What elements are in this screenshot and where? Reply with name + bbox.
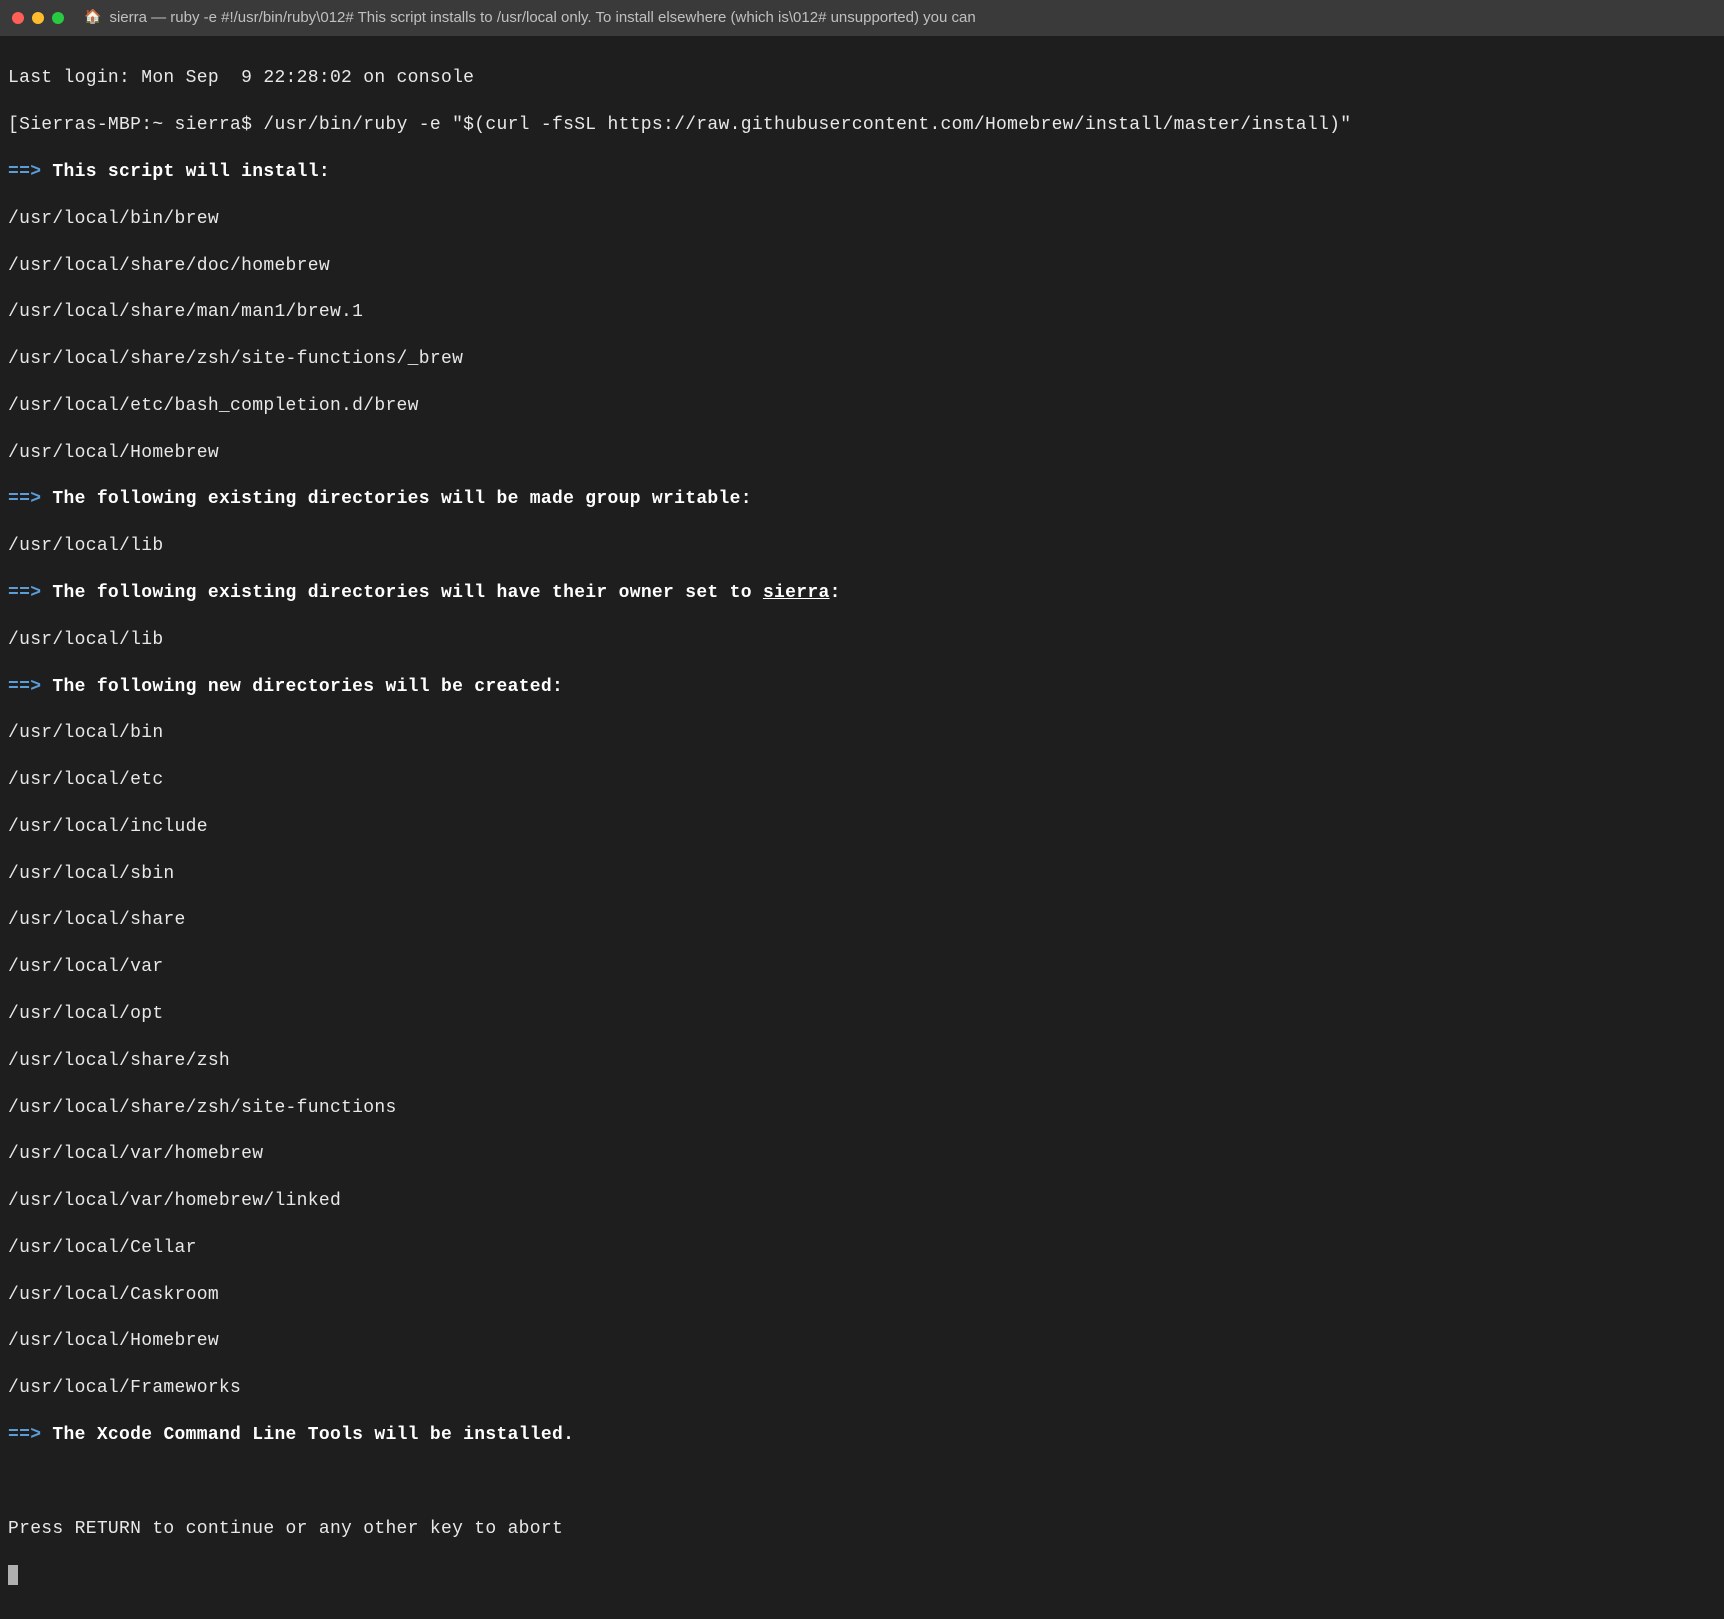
heading-text: This script will install: bbox=[52, 162, 330, 182]
output-path: /usr/local/bin/brew bbox=[8, 208, 1716, 231]
blank-line bbox=[8, 1471, 1716, 1494]
section-heading: ==> The following existing directories w… bbox=[8, 582, 1716, 605]
terminal-output[interactable]: Last login: Mon Sep 9 22:28:02 on consol… bbox=[0, 36, 1724, 1619]
output-path: /usr/local/share/man/man1/brew.1 bbox=[8, 301, 1716, 324]
close-window-button[interactable] bbox=[12, 12, 24, 24]
output-path: /usr/local/share/doc/homebrew bbox=[8, 255, 1716, 278]
maximize-window-button[interactable] bbox=[52, 12, 64, 24]
last-login-line: Last login: Mon Sep 9 22:28:02 on consol… bbox=[8, 67, 1716, 90]
arrow-icon: ==> bbox=[8, 1425, 41, 1445]
cursor-line[interactable] bbox=[8, 1564, 1716, 1587]
output-path: /usr/local/lib bbox=[8, 535, 1716, 558]
section-heading: ==> The Xcode Command Line Tools will be… bbox=[8, 1424, 1716, 1447]
section-heading: ==> This script will install: bbox=[8, 161, 1716, 184]
home-icon: 🏠 bbox=[84, 9, 101, 27]
output-path: /usr/local/share/zsh bbox=[8, 1050, 1716, 1073]
heading-text-post: : bbox=[830, 583, 841, 603]
arrow-icon: ==> bbox=[8, 162, 41, 182]
arrow-icon: ==> bbox=[8, 677, 41, 697]
heading-user: sierra bbox=[763, 583, 830, 603]
output-path: /usr/local/Homebrew bbox=[8, 442, 1716, 465]
output-path: /usr/local/share/zsh/site-functions bbox=[8, 1097, 1716, 1120]
output-path: /usr/local/share bbox=[8, 909, 1716, 932]
heading-text: The following new directories will be cr… bbox=[52, 677, 563, 697]
window-titlebar: 🏠 sierra — ruby -e #!/usr/bin/ruby\012# … bbox=[0, 0, 1724, 36]
traffic-lights bbox=[12, 12, 64, 24]
minimize-window-button[interactable] bbox=[32, 12, 44, 24]
output-path: /usr/local/Cellar bbox=[8, 1237, 1716, 1260]
output-path: /usr/local/Homebrew bbox=[8, 1330, 1716, 1353]
terminal-cursor[interactable] bbox=[8, 1565, 18, 1585]
window-title: sierra — ruby -e #!/usr/bin/ruby\012# Th… bbox=[109, 8, 975, 28]
continue-prompt: Press RETURN to continue or any other ke… bbox=[8, 1518, 1716, 1541]
output-path: /usr/local/include bbox=[8, 816, 1716, 839]
output-path: /usr/local/lib bbox=[8, 629, 1716, 652]
arrow-icon: ==> bbox=[8, 583, 41, 603]
output-path: /usr/local/sbin bbox=[8, 863, 1716, 886]
section-heading: ==> The following new directories will b… bbox=[8, 676, 1716, 699]
shell-prompt: [Sierras-MBP:~ sierra$ bbox=[8, 115, 263, 135]
output-path: /usr/local/share/zsh/site-functions/_bre… bbox=[8, 348, 1716, 371]
output-path: /usr/local/bin bbox=[8, 722, 1716, 745]
output-path: /usr/local/Frameworks bbox=[8, 1377, 1716, 1400]
output-path: /usr/local/opt bbox=[8, 1003, 1716, 1026]
output-path: /usr/local/var bbox=[8, 956, 1716, 979]
output-path: /usr/local/Caskroom bbox=[8, 1284, 1716, 1307]
entered-command: /usr/bin/ruby -e "$(curl -fsSL https://r… bbox=[263, 115, 1351, 135]
arrow-icon: ==> bbox=[8, 489, 41, 509]
section-heading: ==> The following existing directories w… bbox=[8, 488, 1716, 511]
output-path: /usr/local/etc bbox=[8, 769, 1716, 792]
heading-text: The Xcode Command Line Tools will be ins… bbox=[52, 1425, 574, 1445]
heading-text-pre: The following existing directories will … bbox=[52, 583, 763, 603]
output-path: /usr/local/var/homebrew/linked bbox=[8, 1190, 1716, 1213]
command-line: [Sierras-MBP:~ sierra$ /usr/bin/ruby -e … bbox=[8, 114, 1716, 137]
output-path: /usr/local/etc/bash_completion.d/brew bbox=[8, 395, 1716, 418]
heading-text: The following existing directories will … bbox=[52, 489, 751, 509]
output-path: /usr/local/var/homebrew bbox=[8, 1143, 1716, 1166]
